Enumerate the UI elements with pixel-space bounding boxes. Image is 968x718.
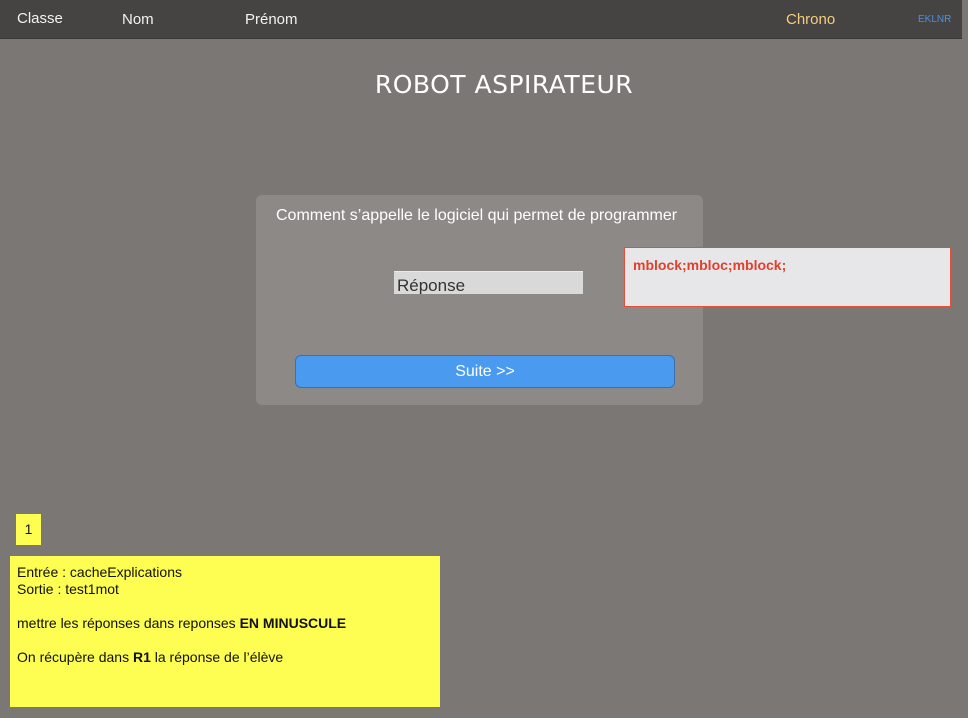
expected-answers-text: mblock;mbloc;mblock; xyxy=(633,257,787,273)
page-number-badge: 1 xyxy=(16,514,41,545)
classe-field[interactable]: Classe xyxy=(17,10,63,27)
question-text: Comment s’appelle le logiciel qui permet… xyxy=(276,207,678,224)
nom-field[interactable]: Nom xyxy=(122,11,154,28)
notes-instruction-emphasis: EN MINUSCULE xyxy=(239,615,347,631)
next-button[interactable]: Suite >> xyxy=(295,355,675,388)
code-link[interactable]: EKLNR xyxy=(918,14,951,25)
notes-retrieve-prefix: On récupère dans xyxy=(17,649,133,665)
notes-input-line: Entrée : cacheExplications xyxy=(17,564,182,580)
notes-retrieve-line: On récupère dans R1 la réponse de l’élèv… xyxy=(17,649,433,666)
prenom-field[interactable]: Prénom xyxy=(245,11,298,28)
page-title: ROBOT ASPIRATEUR xyxy=(374,70,634,99)
notes-output-line: Sortie : test1mot xyxy=(17,581,119,597)
notes-instruction-text: mettre les réponses dans reponses xyxy=(17,615,240,631)
notes-instruction-line: mettre les réponses dans reponses EN MIN… xyxy=(17,615,433,632)
notes-retrieve-suffix: la réponse de l’élève xyxy=(150,649,284,665)
notes-box: Entrée : cacheExplications Sortie : test… xyxy=(10,556,440,707)
notes-retrieve-variable: R1 xyxy=(132,649,151,665)
answer-input[interactable] xyxy=(394,271,583,294)
chrono-label: Chrono xyxy=(786,11,836,28)
expected-answers-box: mblock;mbloc;mblock; xyxy=(624,247,951,307)
top-bar: Classe Nom Prénom Chrono EKLNR xyxy=(0,0,962,39)
